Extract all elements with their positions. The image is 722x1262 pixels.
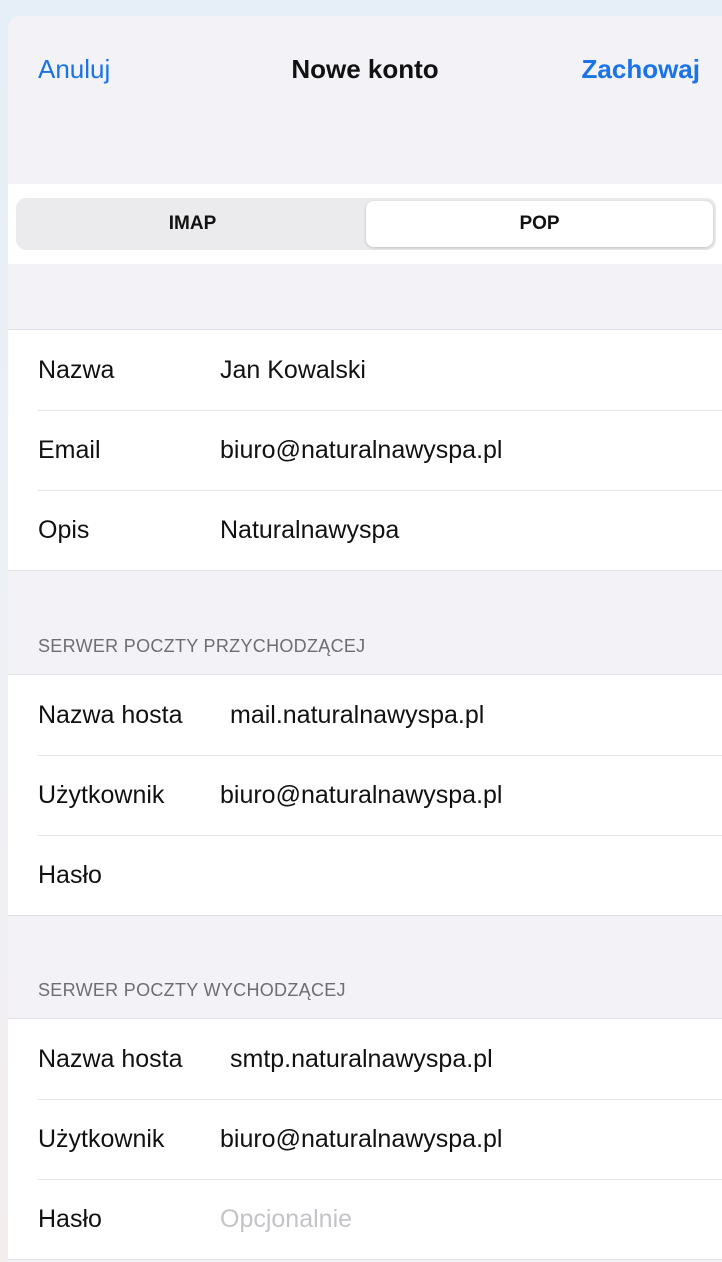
incoming-user-field[interactable] — [220, 780, 700, 810]
incoming-host-field[interactable] — [230, 700, 710, 730]
email-field[interactable] — [220, 435, 700, 465]
incoming-user-label: Użytkownik — [38, 780, 165, 809]
incoming-password-label: Hasło — [38, 860, 102, 889]
outgoing-host-label: Nazwa hosta — [38, 1044, 183, 1073]
incoming-host-row: Nazwa hosta — [8, 675, 722, 755]
outgoing-password-row: Hasło — [8, 1179, 722, 1259]
outgoing-password-label: Hasło — [38, 1204, 102, 1233]
navigation-bar: Anuluj Nowe konto Zachowaj — [8, 16, 722, 184]
outgoing-server-header: SERWER POCZTY WYCHODZĄCEJ — [38, 980, 346, 1000]
outgoing-host-field[interactable] — [230, 1044, 710, 1074]
outgoing-host-row: Nazwa hosta — [8, 1019, 722, 1099]
save-button[interactable]: Zachowaj — [582, 54, 700, 85]
account-type-band: IMAP POP — [8, 184, 722, 264]
name-label: Nazwa — [38, 355, 115, 384]
incoming-password-field[interactable] — [220, 860, 700, 890]
cancel-button[interactable]: Anuluj — [38, 54, 110, 85]
segment-imap[interactable]: IMAP — [19, 201, 366, 247]
segment-pop[interactable]: POP — [366, 201, 713, 247]
outgoing-user-row: Użytkownik — [8, 1099, 722, 1179]
outgoing-user-field[interactable] — [220, 1124, 700, 1154]
incoming-host-label: Nazwa hosta — [38, 700, 183, 729]
email-row: Email — [8, 410, 722, 490]
incoming-password-row: Hasło — [8, 835, 722, 915]
name-field[interactable] — [220, 355, 700, 385]
name-row: Nazwa — [8, 330, 722, 410]
description-field[interactable] — [220, 515, 700, 545]
account-info-group: Nazwa Email Opis — [8, 329, 722, 571]
outgoing-user-label: Użytkownik — [38, 1124, 165, 1153]
new-account-sheet: Anuluj Nowe konto Zachowaj IMAP POP Nazw… — [8, 16, 722, 1262]
outgoing-server-group: Nazwa hosta Użytkownik Hasło — [8, 1018, 722, 1260]
email-label: Email — [38, 435, 101, 464]
incoming-server-group: Nazwa hosta Użytkownik Hasło — [8, 674, 722, 916]
incoming-user-row: Użytkownik — [8, 755, 722, 835]
incoming-server-header: SERWER POCZTY PRZYCHODZĄCEJ — [38, 636, 366, 656]
description-label: Opis — [38, 515, 90, 544]
account-type-segmented-control: IMAP POP — [16, 198, 716, 250]
outgoing-password-field[interactable] — [220, 1204, 700, 1234]
description-row: Opis — [8, 490, 722, 570]
